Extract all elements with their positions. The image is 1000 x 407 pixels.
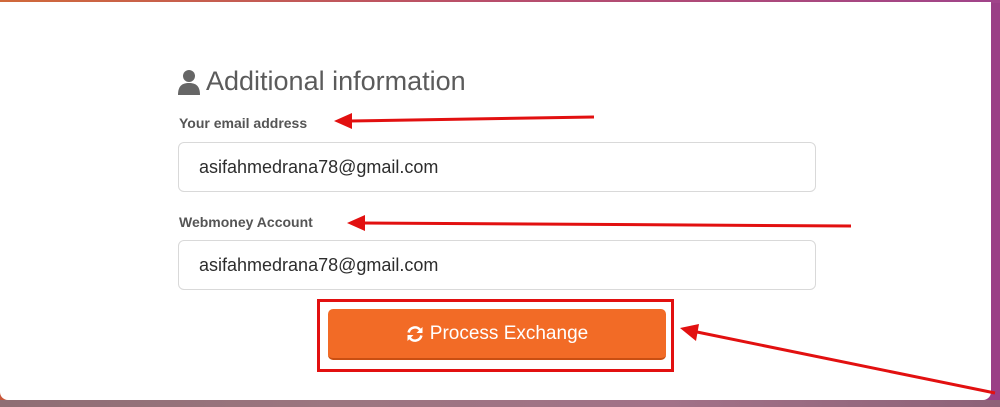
webmoney-arrow: [347, 215, 852, 231]
button-arrow: [680, 324, 996, 395]
email-arrow: [334, 113, 595, 129]
annotation-arrows: [334, 113, 996, 395]
